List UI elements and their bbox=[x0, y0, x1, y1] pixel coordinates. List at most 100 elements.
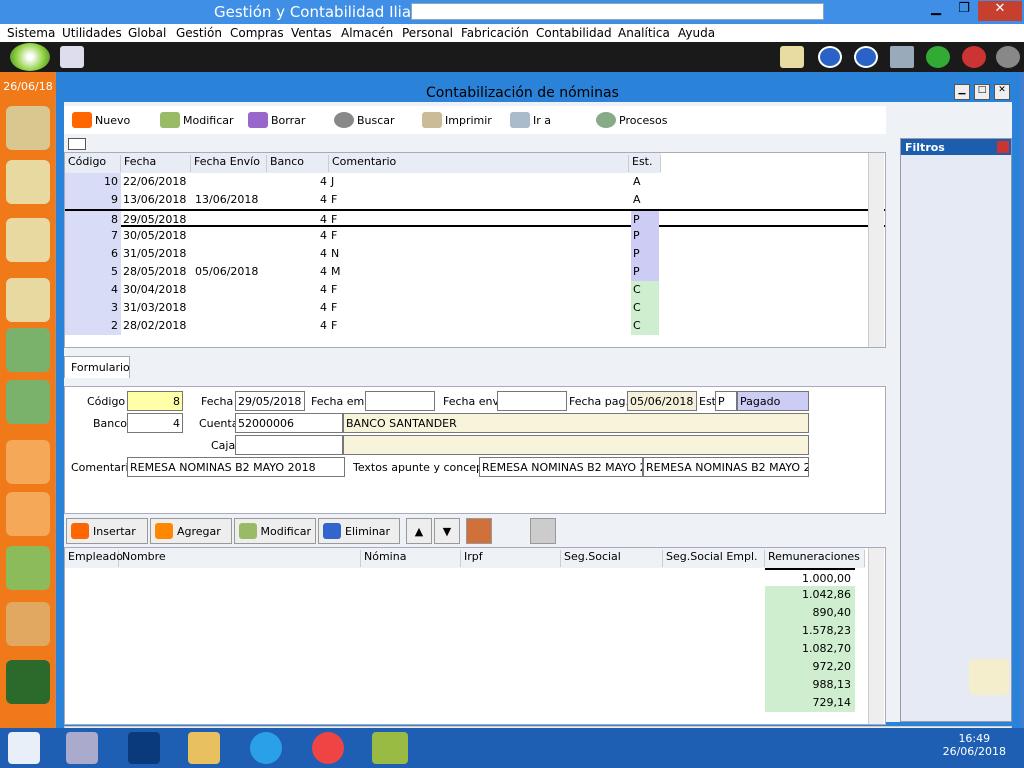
help-icon[interactable] bbox=[926, 46, 950, 68]
fecha-emi-field[interactable] bbox=[365, 391, 435, 411]
banco-field[interactable]: 4 bbox=[127, 413, 183, 433]
filters-close-icon[interactable] bbox=[997, 141, 1009, 153]
comentario-field[interactable]: REMESA NOMINAS B2 MAYO 2018 bbox=[127, 457, 345, 477]
col-seg-social[interactable]: Seg.Social bbox=[561, 550, 663, 567]
lines-vertical-scrollbar[interactable] bbox=[868, 548, 884, 724]
fecha-pag-field[interactable]: 05/06/2018 bbox=[627, 391, 697, 411]
table-row[interactable]: 4 30/04/2018 4 F C bbox=[65, 281, 885, 299]
close-app-icon[interactable] bbox=[962, 46, 986, 68]
col-codigo[interactable]: Código bbox=[65, 155, 121, 172]
print-button[interactable]: Imprimir bbox=[422, 112, 492, 128]
table-row[interactable]: 2 28/02/2018 4 F C bbox=[65, 317, 885, 335]
grid-layout-icon[interactable] bbox=[68, 138, 86, 150]
col-est[interactable]: Est. bbox=[629, 155, 661, 172]
texto-apunte-field[interactable]: REMESA NOMINAS B2 MAYO 20 bbox=[479, 457, 643, 477]
menu-ventas[interactable]: Ventas bbox=[291, 26, 332, 40]
insert-button[interactable]: Insertar bbox=[66, 518, 148, 544]
new-button[interactable]: Nuevo bbox=[72, 112, 130, 128]
clock[interactable]: 16:49 26/06/2018 bbox=[943, 732, 1006, 758]
fecha-env-field[interactable] bbox=[497, 391, 567, 411]
menu-global[interactable]: Global bbox=[128, 26, 166, 40]
remuneracion-cell[interactable]: 1.042,86 bbox=[765, 586, 855, 604]
remuneracion-cell[interactable]: 988,13 bbox=[765, 676, 855, 694]
tab-formulario[interactable]: Formulario bbox=[64, 356, 130, 378]
delete-line-button[interactable]: Eliminar bbox=[318, 518, 400, 544]
factura-compra-icon[interactable] bbox=[6, 440, 50, 484]
modify-line-button[interactable]: Modificar bbox=[234, 518, 316, 544]
provider-icon[interactable] bbox=[6, 218, 50, 262]
table-row[interactable]: 6 31/05/2018 4 N P bbox=[65, 245, 885, 263]
chrome-icon[interactable] bbox=[312, 732, 344, 764]
bag-orange-icon[interactable] bbox=[6, 602, 50, 646]
menu-sistema[interactable]: Sistema bbox=[7, 26, 55, 40]
fecha-field[interactable]: 29/05/2018 bbox=[235, 391, 305, 411]
factura-icon[interactable] bbox=[6, 380, 50, 424]
back-icon[interactable] bbox=[818, 46, 842, 68]
col-empleado[interactable]: Empleado bbox=[65, 550, 123, 567]
menu-analitica[interactable]: Analítica bbox=[618, 26, 670, 40]
table-row[interactable]: 10 22/06/2018 4 J A bbox=[65, 173, 885, 191]
texto-concepto-field[interactable]: REMESA NOMINAS B2 MAYO 20 bbox=[643, 457, 809, 477]
menu-gestion[interactable]: Gestión bbox=[176, 26, 222, 40]
add-button[interactable]: Agregar bbox=[150, 518, 232, 544]
minimize-button[interactable]: ▁ bbox=[922, 1, 950, 21]
albaran-icon[interactable] bbox=[6, 328, 50, 372]
table-row[interactable]: 3 31/03/2018 4 F C bbox=[65, 299, 885, 317]
list-icon[interactable] bbox=[6, 660, 50, 704]
fpc-icon[interactable] bbox=[6, 492, 50, 536]
main-maximize-button[interactable]: □ bbox=[974, 84, 990, 100]
start-icon[interactable] bbox=[8, 732, 40, 764]
menu-contabilidad[interactable]: Contabilidad bbox=[536, 26, 612, 40]
user-search-icon[interactable] bbox=[530, 518, 556, 544]
restore-button[interactable]: ❐ bbox=[950, 1, 978, 21]
server-manager-icon[interactable] bbox=[66, 732, 98, 764]
agent-icon[interactable] bbox=[6, 278, 50, 322]
users-icon[interactable] bbox=[6, 106, 50, 150]
main-minimize-button[interactable]: ▁ bbox=[954, 84, 970, 100]
close-button[interactable]: ✕ bbox=[978, 1, 1022, 21]
menu-utilidades[interactable]: Utilidades bbox=[62, 26, 122, 40]
remuneracion-cell[interactable]: 972,20 bbox=[765, 658, 855, 676]
menu-compras[interactable]: Compras bbox=[230, 26, 284, 40]
table-row[interactable]: 7 30/05/2018 4 F P bbox=[65, 227, 885, 245]
col-nomina[interactable]: Nómina bbox=[361, 550, 461, 567]
col-seg-social-empl[interactable]: Seg.Social Empl. bbox=[663, 550, 765, 567]
powershell-icon[interactable] bbox=[128, 732, 160, 764]
remuneracion-cell[interactable]: 1.000,00 bbox=[765, 568, 855, 586]
col-fecha[interactable]: Fecha bbox=[121, 155, 191, 172]
goto-button[interactable]: Ir a bbox=[510, 112, 551, 128]
grid-vertical-scrollbar[interactable] bbox=[868, 153, 884, 347]
col-remuneraciones[interactable]: Remuneraciones bbox=[765, 550, 865, 567]
explorer-icon[interactable] bbox=[188, 732, 220, 764]
est-field[interactable]: P bbox=[715, 391, 737, 411]
menu-personal[interactable]: Personal bbox=[402, 26, 453, 40]
move-down-button[interactable]: ▼ bbox=[434, 518, 460, 544]
bag-green-icon[interactable] bbox=[6, 546, 50, 590]
forward-icon[interactable] bbox=[854, 46, 878, 68]
menu-almacen[interactable]: Almacén bbox=[341, 26, 393, 40]
col-comentario[interactable]: Comentario bbox=[329, 155, 629, 172]
ie-icon[interactable] bbox=[250, 732, 282, 764]
codigo-field[interactable]: 8 bbox=[127, 391, 183, 411]
app-logo-icon[interactable] bbox=[10, 43, 50, 71]
title-search-field[interactable] bbox=[411, 3, 824, 20]
main-close-button[interactable]: ✕ bbox=[994, 84, 1010, 100]
remuneracion-cell[interactable]: 890,40 bbox=[765, 604, 855, 622]
notes-icon[interactable] bbox=[60, 46, 84, 68]
exit-icon[interactable] bbox=[996, 46, 1020, 68]
windows-icon[interactable] bbox=[890, 46, 914, 68]
processes-button[interactable]: Procesos bbox=[596, 112, 667, 128]
menu-ayuda[interactable]: Ayuda bbox=[678, 26, 715, 40]
modify-button[interactable]: Modificar bbox=[160, 112, 234, 128]
search-button[interactable]: Buscar bbox=[334, 112, 395, 128]
user-icon[interactable] bbox=[6, 160, 50, 204]
col-nombre[interactable]: Nombre bbox=[119, 550, 361, 567]
table-row[interactable]: 9 13/06/2018 13/06/2018 4 F A bbox=[65, 191, 885, 209]
col-irpf[interactable]: Irpf bbox=[461, 550, 561, 567]
menu-fabricacion[interactable]: Fabricación bbox=[461, 26, 529, 40]
calculator-icon[interactable] bbox=[466, 518, 492, 544]
table-row[interactable]: 5 28/05/2018 05/06/2018 4 M P bbox=[65, 263, 885, 281]
cuenta-field[interactable]: 52000006 bbox=[235, 413, 343, 433]
app-task-icon[interactable] bbox=[372, 732, 408, 764]
table-row[interactable]: 8 29/05/2018 4 F P bbox=[65, 209, 885, 229]
